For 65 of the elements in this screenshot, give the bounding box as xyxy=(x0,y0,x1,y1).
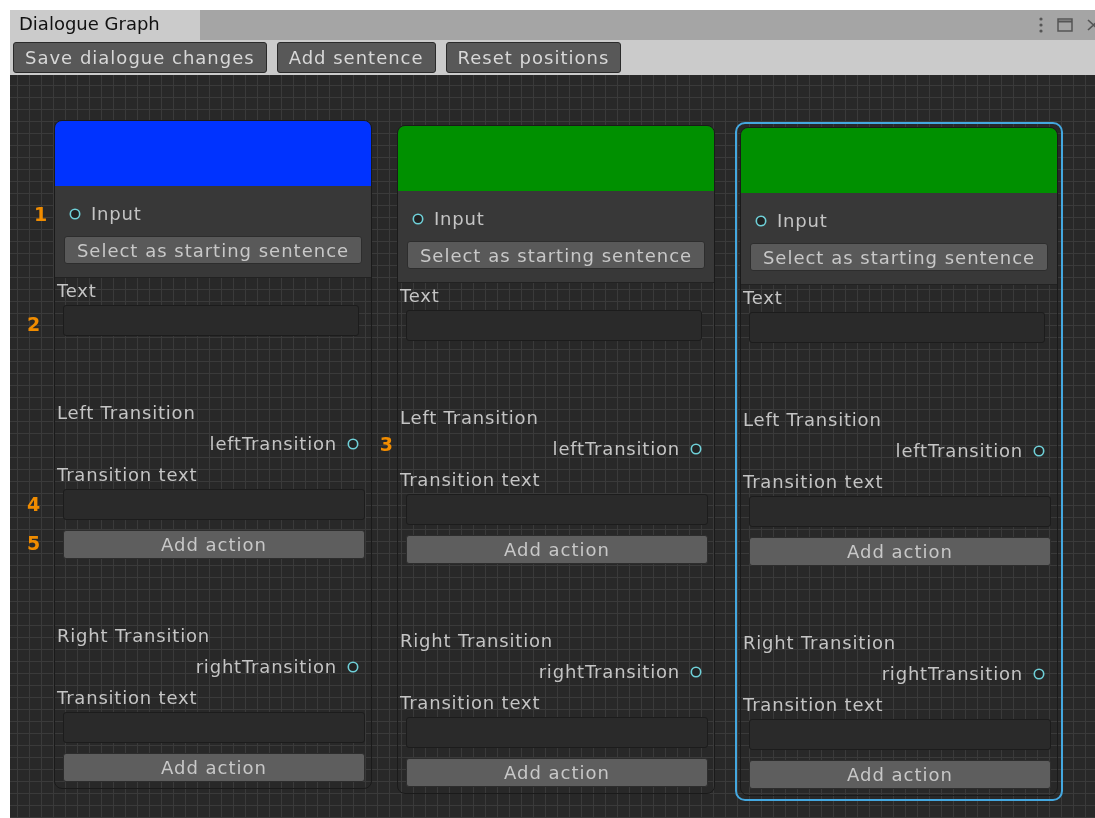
add-action-button[interactable]: Add action xyxy=(63,753,365,782)
add-action-button[interactable]: Add action xyxy=(406,758,708,787)
transition-text-field[interactable] xyxy=(749,496,1051,527)
field-label: Transition text xyxy=(57,464,199,485)
port-label: leftTransition xyxy=(552,438,680,459)
port-label: leftTransition xyxy=(209,433,337,454)
annotation-number: 1 xyxy=(34,202,48,225)
input-port-icon[interactable] xyxy=(69,207,81,220)
output-port-icon[interactable] xyxy=(690,442,702,455)
output-port-icon[interactable] xyxy=(347,437,359,450)
start-sentence-button[interactable]: Select as starting sentence xyxy=(407,241,705,269)
toolbar-button[interactable]: Add sentence xyxy=(276,42,436,73)
section-label: Left Transition xyxy=(400,407,540,428)
section-label: Right Transition xyxy=(57,625,211,646)
annotation-number: 4 xyxy=(27,493,41,515)
port-label: leftTransition xyxy=(895,440,1023,461)
port-label: Input xyxy=(777,210,828,231)
field-label: Text xyxy=(743,287,783,308)
add-action-button[interactable]: Add action xyxy=(63,530,365,559)
dialogue-node[interactable]: Input Select as starting sentence Text Left Transition leftTransition Transition text Add action Right Transition rightTransition Transition text Add action xyxy=(735,122,1063,801)
maximize-icon[interactable] xyxy=(1057,18,1073,32)
add-action-button[interactable]: Add action xyxy=(749,537,1051,566)
output-port-icon[interactable] xyxy=(347,660,359,673)
add-action-button[interactable]: Add action xyxy=(406,535,708,564)
section-label: Left Transition xyxy=(743,409,883,430)
input-port-icon[interactable] xyxy=(412,212,424,225)
more-options-icon[interactable] xyxy=(1039,17,1043,33)
section-label: Left Transition xyxy=(57,402,197,423)
transition-text-field[interactable] xyxy=(63,712,365,743)
annotation-number: 5 xyxy=(27,532,41,554)
input-port-icon[interactable] xyxy=(755,214,767,227)
toolbar-button[interactable]: Reset positions xyxy=(445,42,622,73)
section-label: Right Transition xyxy=(743,632,897,653)
close-icon[interactable] xyxy=(1087,18,1095,32)
field-label: Transition text xyxy=(400,692,542,713)
text-field[interactable] xyxy=(749,312,1045,343)
add-action-button[interactable]: Add action xyxy=(749,760,1051,789)
toolbar-button[interactable]: Save dialogue changes xyxy=(13,42,267,73)
output-port-icon[interactable] xyxy=(690,665,702,678)
transition-text-field[interactable] xyxy=(63,489,365,520)
text-field[interactable] xyxy=(406,310,702,341)
port-label: rightTransition xyxy=(195,656,337,677)
text-field[interactable] xyxy=(63,305,359,336)
section-label: Right Transition xyxy=(400,630,554,651)
output-port-icon[interactable] xyxy=(1033,667,1045,680)
field-label: Text xyxy=(57,280,97,301)
field-label: Text xyxy=(400,285,440,306)
start-sentence-button[interactable]: Select as starting sentence xyxy=(64,236,362,264)
field-label: Transition text xyxy=(57,687,199,708)
field-label: Transition text xyxy=(400,469,542,490)
annotation-number: 2 xyxy=(27,313,41,335)
output-port-icon[interactable] xyxy=(1033,444,1045,457)
port-label: rightTransition xyxy=(538,661,680,682)
dialogue-node[interactable]: Input Select as starting sentence Text Left Transition leftTransition Transition text Add action Right Transition rightTransition Transition text Add action xyxy=(397,125,715,794)
transition-text-field[interactable] xyxy=(406,717,708,748)
port-label: rightTransition xyxy=(881,663,1023,684)
window-tab[interactable]: Dialogue Graph xyxy=(10,10,200,40)
field-label: Transition text xyxy=(743,694,885,715)
transition-text-field[interactable] xyxy=(406,494,708,525)
field-label: Transition text xyxy=(743,471,885,492)
annotation-number: 3 xyxy=(379,432,393,455)
transition-text-field[interactable] xyxy=(749,719,1051,750)
port-label: Input xyxy=(434,208,485,229)
start-sentence-button[interactable]: Select as starting sentence xyxy=(750,243,1048,271)
port-label: Input xyxy=(91,203,142,224)
